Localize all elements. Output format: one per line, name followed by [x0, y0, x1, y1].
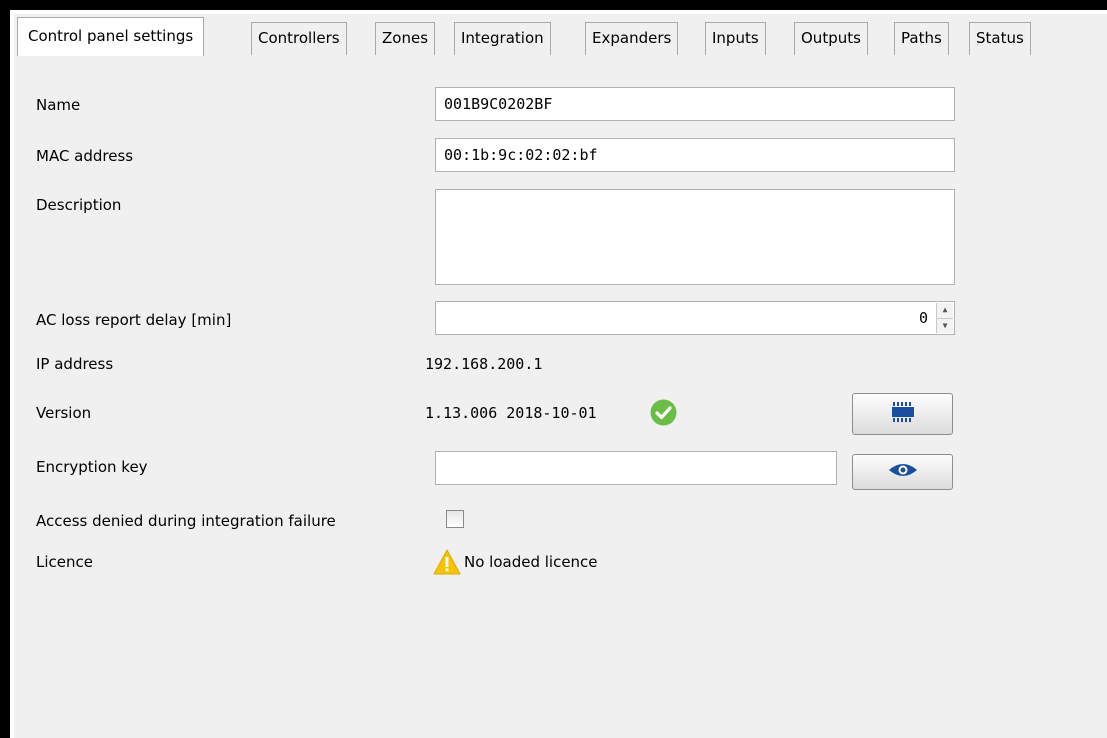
update-firmware-button[interactable] [852, 393, 953, 435]
ac-loss-delay-spinner[interactable]: 0 ▲ ▼ [435, 301, 955, 335]
tab-bar: Control panel settings Controllers Zones… [14, 14, 1107, 57]
tab-label: Integration [461, 29, 544, 47]
tab-label: Status [976, 29, 1024, 47]
tab-label: Expanders [592, 29, 672, 47]
tab-inputs[interactable]: Inputs [705, 22, 766, 55]
tab-label: Outputs [801, 29, 861, 47]
spinner-up-icon[interactable]: ▲ [937, 303, 953, 318]
description-field[interactable] [435, 189, 955, 285]
version-value: 1.13.006 2018-10-01 [425, 404, 597, 422]
eye-icon [887, 461, 919, 483]
encryption-key-field[interactable] [435, 451, 837, 485]
tab-outputs[interactable]: Outputs [794, 22, 868, 55]
licence-label: Licence [36, 553, 93, 571]
ip-address-value: 192.168.200.1 [425, 355, 543, 373]
tab-label: Control panel settings [28, 27, 194, 45]
ip-address-label: IP address [36, 355, 114, 373]
spinner-buttons[interactable]: ▲ ▼ [936, 303, 953, 333]
mac-address-label: MAC address [36, 147, 134, 165]
tab-label: Controllers [258, 29, 340, 47]
tab-status[interactable]: Status [969, 22, 1031, 55]
description-label: Description [36, 196, 122, 214]
warning-icon [433, 549, 461, 575]
mac-address-field[interactable]: 00:1b:9c:02:02:bf [435, 138, 955, 172]
chip-icon [888, 401, 918, 427]
tab-label: Paths [901, 29, 942, 47]
ac-loss-delay-label: AC loss report delay [min] [36, 311, 232, 329]
access-denied-checkbox[interactable] [446, 510, 464, 528]
show-key-button[interactable] [852, 454, 953, 490]
ac-loss-delay-value: 0 [918, 309, 928, 327]
tab-zones[interactable]: Zones [375, 22, 436, 55]
tab-integration[interactable]: Integration [454, 22, 551, 55]
access-denied-label: Access denied during integration failure [36, 512, 336, 530]
encryption-key-label: Encryption key [36, 458, 148, 476]
check-circle-icon [650, 399, 677, 426]
tab-expanders[interactable]: Expanders [585, 22, 679, 55]
name-label: Name [36, 96, 81, 114]
tab-paths[interactable]: Paths [894, 22, 949, 55]
version-label: Version [36, 404, 92, 422]
tab-control-panel-settings[interactable]: Control panel settings [17, 17, 205, 56]
settings-panel: Name 001B9C0202BF MAC address 00:1b:9c:0… [14, 56, 1107, 738]
name-field[interactable]: 001B9C0202BF [435, 87, 955, 121]
tab-label: Inputs [712, 29, 759, 47]
spinner-down-icon[interactable]: ▼ [937, 317, 953, 333]
tab-controllers[interactable]: Controllers [251, 22, 347, 55]
tab-label: Zones [382, 29, 429, 47]
licence-value: No loaded licence [464, 553, 598, 571]
